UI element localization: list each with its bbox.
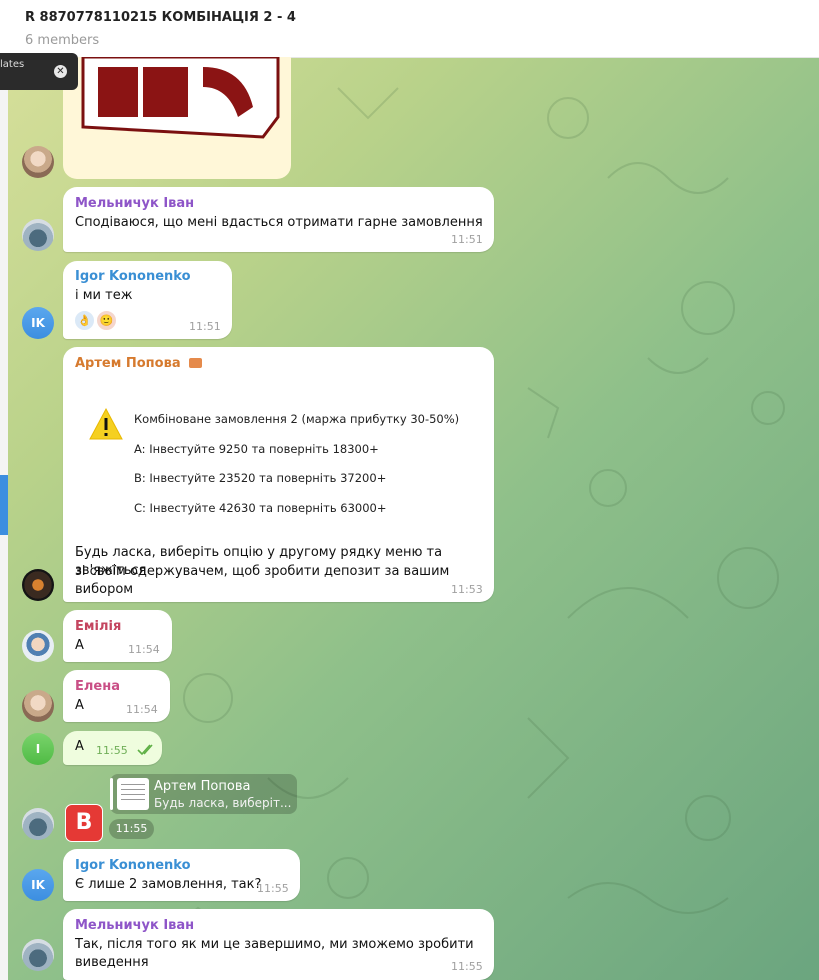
message-text-line: Так, після того як ми це завершимо, ми з… [75, 937, 474, 952]
reply-preview[interactable]: Артем Попова Будь ласка, виберіт... [110, 774, 297, 814]
message-time: 11:55 [451, 960, 483, 973]
message-time: 11:51 [451, 233, 483, 246]
sender-name[interactable]: Мельничук Іван [75, 196, 194, 211]
avatar[interactable] [22, 630, 54, 662]
avatar[interactable] [22, 146, 54, 178]
message-time: 11:55 [96, 744, 128, 757]
message-time: 11:55 [109, 819, 154, 839]
message-time: 11:55 [257, 882, 289, 895]
reply-author: Артем Попова [154, 779, 251, 794]
avatar[interactable] [22, 939, 54, 971]
reply-text: Будь ласка, виберіт... [154, 796, 292, 810]
message-bubble[interactable]: Мельничук Іван Сподіваюся, що мені вдаст… [63, 187, 494, 252]
message-bubble[interactable]: А 11:55 [63, 731, 162, 765]
sender-name[interactable]: Артем Попова [75, 356, 203, 371]
message-text: Сподіваюся, що мені вдасться отримати га… [75, 215, 483, 230]
message-time: 11:54 [126, 703, 158, 716]
sender-name[interactable]: Igor Kononenko [75, 269, 191, 284]
close-icon[interactable]: ✕ [54, 65, 67, 78]
avatar[interactable]: I [22, 733, 54, 765]
message-bubble[interactable]: Igor Kononenko Є лише 2 замовлення, так?… [63, 849, 300, 901]
reactions[interactable]: 👌 🙂 [74, 310, 117, 331]
notification-toast[interactable]: lates ✕ [0, 53, 78, 90]
reaction-avatar-icon[interactable]: 🙂 [96, 310, 117, 331]
message-bubble[interactable]: Емілія А 11:54 [63, 610, 172, 662]
message-text-line: зі своїм одержувачем, щоб зробити депози… [75, 564, 450, 597]
chat-header[interactable]: R 8870778110215 КОМБІНАЦІЯ 2 - 4 6 membe… [0, 0, 819, 58]
card-option-c: C: Інвестуйте 42630 та поверніть 63000+ [134, 501, 387, 515]
reaction-ok-icon[interactable]: 👌 [74, 310, 95, 331]
message-text: А [75, 739, 84, 754]
sender-name-label: Артем Попова [75, 356, 181, 371]
briefcase-icon [189, 358, 203, 368]
warning-icon [89, 407, 123, 440]
left-panel-edge [0, 57, 8, 980]
sender-name[interactable]: Мельничук Іван [75, 918, 194, 933]
sender-name[interactable]: Елена [75, 679, 120, 694]
message-text: А [75, 638, 84, 653]
message-time: 11:51 [189, 320, 221, 333]
members-count: 6 members [25, 33, 100, 48]
message-text: А [75, 698, 84, 713]
sender-name[interactable]: Igor Kononenko [75, 858, 191, 873]
message-text-line: виведення [75, 955, 149, 970]
message-bubble[interactable]: Мельничук Іван Так, після того як ми це … [63, 909, 494, 980]
avatar[interactable] [22, 219, 54, 251]
message-text: і ми теж [75, 288, 133, 303]
card-title: Комбіноване замовлення 2 (маржа прибутку… [134, 412, 460, 426]
avatar[interactable]: IK [22, 869, 54, 901]
avatar[interactable] [22, 569, 54, 601]
order-card-image[interactable]: Комбіноване замовлення 2 (маржа прибутку… [85, 382, 471, 532]
double-check-icon [137, 744, 153, 756]
toast-text: lates [0, 59, 25, 70]
card-option-a: A: Інвестуйте 9250 та поверніть 18300+ [134, 442, 379, 456]
reply-thumbnail [117, 778, 149, 810]
sticker-image[interactable] [63, 57, 291, 179]
sticker-b-icon[interactable]: B [65, 804, 103, 842]
avatar[interactable] [22, 808, 54, 840]
message-text: Є лише 2 замовлення, так? [75, 877, 262, 892]
chat-title: R 8870778110215 КОМБІНАЦІЯ 2 - 4 [25, 10, 296, 25]
message-time: 11:53 [451, 583, 483, 596]
message-time: 11:54 [128, 643, 160, 656]
avatar[interactable] [22, 690, 54, 722]
message-bubble[interactable]: Елена А 11:54 [63, 670, 170, 722]
reply-bar [110, 778, 113, 810]
avatar[interactable]: IK [22, 307, 54, 339]
card-option-b: B: Інвестуйте 23520 та поверніть 37200+ [134, 471, 387, 485]
scroll-indicator [0, 475, 8, 535]
sender-name[interactable]: Емілія [75, 619, 121, 634]
